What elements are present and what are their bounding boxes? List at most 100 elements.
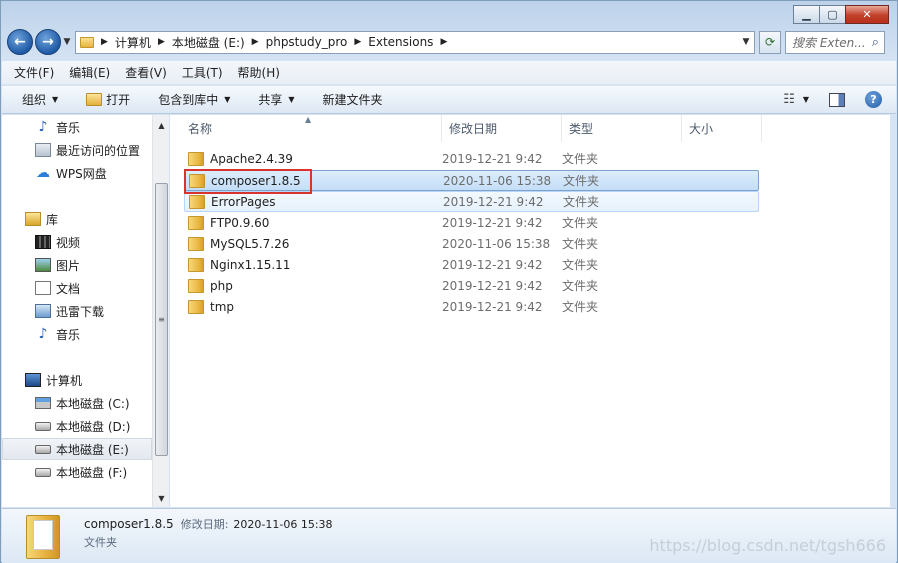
- search-icon[interactable]: ⌕: [872, 35, 879, 50]
- nav-item-music[interactable]: ♪ 音乐: [2, 116, 152, 138]
- menu-bar: 文件(F) 编辑(E) 查看(V) 工具(T) 帮助(H): [2, 61, 896, 85]
- close-button[interactable]: ✕: [845, 5, 889, 24]
- open-button[interactable]: 打开: [86, 91, 130, 108]
- breadcrumb-computer[interactable]: 计算机: [115, 34, 151, 51]
- picture-icon: [35, 258, 51, 272]
- forward-arrow-icon: →: [42, 34, 54, 50]
- download-icon: [35, 304, 51, 318]
- chevron-right-icon[interactable]: ▶: [101, 37, 108, 47]
- include-in-library-button[interactable]: 包含到库中 ▼: [158, 91, 230, 108]
- view-options-icon[interactable]: ☷: [783, 92, 795, 107]
- nav-item-drive-c[interactable]: 本地磁盘 (C:): [2, 392, 152, 414]
- watermark-text: https://blog.csdn.net/tgsh666: [649, 536, 886, 555]
- column-header-date[interactable]: 修改日期: [442, 115, 562, 142]
- preview-pane-icon[interactable]: [829, 92, 845, 107]
- refresh-button[interactable]: ⟳: [759, 30, 781, 54]
- chevron-down-icon: ▼: [52, 95, 59, 104]
- breadcrumb-phpstudy[interactable]: phpstudy_pro: [266, 35, 348, 49]
- navigation-pane: ♪ 音乐 最近访问的位置 ☁ WPS网盘 库 视频 图片 文档 迅雷下载 ♪ 音乐 计…: [2, 115, 152, 507]
- file-row[interactable]: Apache2.4.39 2019-12-21 9:42 文件夹: [184, 148, 759, 169]
- file-row[interactable]: MySQL5.7.26 2020-11-06 15:38 文件夹: [184, 233, 759, 254]
- organize-button[interactable]: 组织 ▼: [22, 91, 58, 108]
- file-row-hover[interactable]: ErrorPages 2019-12-21 9:42 文件夹: [184, 191, 759, 212]
- column-header-name[interactable]: 名称 ▲: [170, 115, 442, 142]
- cloud-drive-icon: ☁: [36, 165, 50, 181]
- nav-item-music-library[interactable]: ♪ 音乐: [2, 323, 152, 345]
- caption-buttons: ▁ ▢ ✕: [793, 5, 889, 24]
- nav-item-xunlei-downloads[interactable]: 迅雷下载: [2, 300, 152, 322]
- chevron-down-icon: ▼: [224, 95, 231, 104]
- column-headers: 名称 ▲ 修改日期 类型 大小: [170, 115, 890, 142]
- forward-button[interactable]: →: [35, 29, 61, 55]
- chevron-right-icon[interactable]: ▶: [440, 37, 447, 47]
- file-row[interactable]: tmp 2019-12-21 9:42 文件夹: [184, 296, 759, 317]
- folder-icon: [188, 236, 204, 251]
- chevron-down-icon[interactable]: ▼: [803, 95, 809, 104]
- column-header-type[interactable]: 类型: [562, 115, 682, 142]
- explorer-window: ▁ ▢ ✕ ← → ▼ ▶ 计算机 ▶ 本地磁盘 (E:) ▶ phpstudy…: [0, 0, 898, 563]
- new-folder-button[interactable]: 新建文件夹: [323, 91, 383, 108]
- file-row[interactable]: Nginx1.15.11 2019-12-21 9:42 文件夹: [184, 254, 759, 275]
- folder-icon: [189, 194, 205, 209]
- chevron-right-icon[interactable]: ▶: [354, 37, 361, 47]
- drive-icon: [35, 467, 51, 477]
- column-header-size[interactable]: 大小: [682, 115, 762, 142]
- file-row[interactable]: php 2019-12-21 9:42 文件夹: [184, 275, 759, 296]
- sort-ascending-icon: ▲: [305, 115, 312, 124]
- file-row[interactable]: FTP0.9.60 2019-12-21 9:42 文件夹: [184, 212, 759, 233]
- scroll-thumb[interactable]: ≡: [155, 183, 168, 456]
- drive-icon: [35, 421, 51, 431]
- menu-edit[interactable]: 编辑(E): [69, 64, 110, 81]
- address-row: ← → ▼ ▶ 计算机 ▶ 本地磁盘 (E:) ▶ phpstudy_pro ▶…: [7, 29, 889, 55]
- nav-item-drive-e[interactable]: 本地磁盘 (E:): [2, 438, 152, 460]
- menu-file[interactable]: 文件(F): [14, 64, 54, 81]
- scroll-up-arrow[interactable]: ▲: [153, 117, 170, 134]
- maximize-button[interactable]: ▢: [819, 5, 846, 24]
- address-bar[interactable]: ▶ 计算机 ▶ 本地磁盘 (E:) ▶ phpstudy_pro ▶ Exten…: [75, 30, 755, 54]
- details-item-type: 文件夹: [84, 536, 117, 549]
- music-icon: ♪: [38, 119, 48, 135]
- back-button[interactable]: ←: [7, 29, 33, 55]
- nav-item-computer[interactable]: 计算机: [2, 369, 152, 391]
- command-bar: 组织 ▼ 打开 包含到库中 ▼ 共享 ▼ 新建文件夹 ☷ ▼ ?: [2, 86, 896, 114]
- scroll-down-arrow[interactable]: ▼: [153, 490, 170, 507]
- drive-icon: [35, 444, 51, 454]
- menu-tools[interactable]: 工具(T): [182, 64, 223, 81]
- nav-item-recent-places[interactable]: 最近访问的位置: [2, 139, 152, 161]
- folder-icon: [188, 299, 204, 314]
- nav-item-documents[interactable]: 文档: [2, 277, 152, 299]
- details-item-name: composer1.8.5: [84, 517, 174, 531]
- chevron-down-icon: ▼: [288, 95, 295, 104]
- history-dropdown[interactable]: ▼: [61, 37, 73, 47]
- search-input[interactable]: 搜索 Exten... ⌕: [785, 30, 885, 54]
- computer-icon: [25, 373, 41, 387]
- chevron-right-icon[interactable]: ▶: [158, 37, 165, 47]
- breadcrumb-extensions[interactable]: Extensions: [368, 35, 433, 49]
- minimize-button[interactable]: ▁: [793, 5, 820, 24]
- details-modified-value: 2020-11-06 15:38: [233, 518, 333, 531]
- system-drive-icon: [35, 397, 51, 409]
- nav-item-drive-d[interactable]: 本地磁盘 (D:): [2, 415, 152, 437]
- nav-item-libraries[interactable]: 库: [2, 208, 152, 230]
- menu-help[interactable]: 帮助(H): [238, 64, 280, 81]
- navigation-scrollbar[interactable]: ▲ ≡ ▼: [152, 115, 169, 507]
- folder-icon: [188, 257, 204, 272]
- menu-view[interactable]: 查看(V): [125, 64, 167, 81]
- library-icon: [25, 212, 41, 226]
- address-dropdown[interactable]: ▼: [738, 37, 754, 47]
- chevron-right-icon[interactable]: ▶: [252, 37, 259, 47]
- nav-item-videos[interactable]: 视频: [2, 231, 152, 253]
- share-button[interactable]: 共享 ▼: [258, 91, 294, 108]
- folder-icon: [188, 215, 204, 230]
- refresh-icon: ⟳: [764, 35, 776, 49]
- nav-item-pictures[interactable]: 图片: [2, 254, 152, 276]
- video-icon: [35, 235, 51, 249]
- nav-item-wps-drive[interactable]: ☁ WPS网盘: [2, 162, 152, 184]
- help-icon[interactable]: ?: [865, 91, 882, 108]
- folder-icon: [26, 515, 60, 559]
- nav-item-drive-f[interactable]: 本地磁盘 (F:): [2, 461, 152, 483]
- details-modified-label: 修改日期:: [180, 518, 229, 531]
- chevron-down-icon: ▼: [63, 37, 71, 47]
- breadcrumb-drive-e[interactable]: 本地磁盘 (E:): [172, 34, 245, 51]
- recent-places-icon: [35, 143, 51, 157]
